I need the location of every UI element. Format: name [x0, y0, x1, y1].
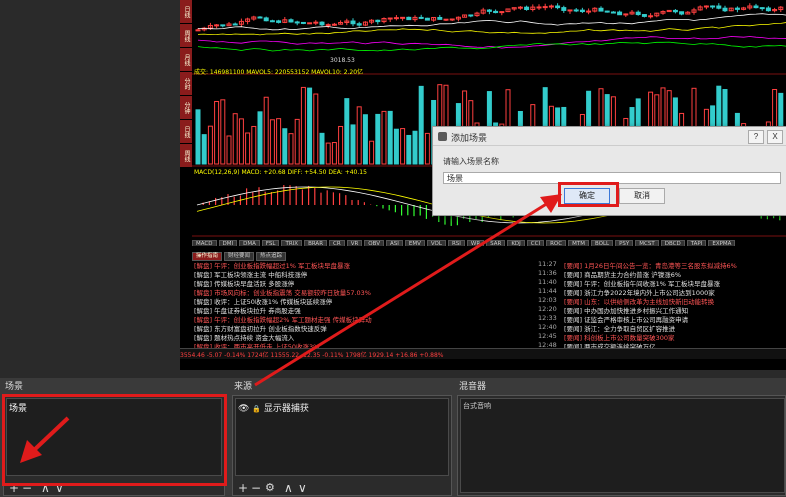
arrow-to-ok-line: [254, 201, 549, 387]
arrow-to-add-line: [30, 416, 70, 454]
arrow-to-ok-head: [540, 194, 562, 213]
annotation-arrows: [20, 194, 562, 463]
